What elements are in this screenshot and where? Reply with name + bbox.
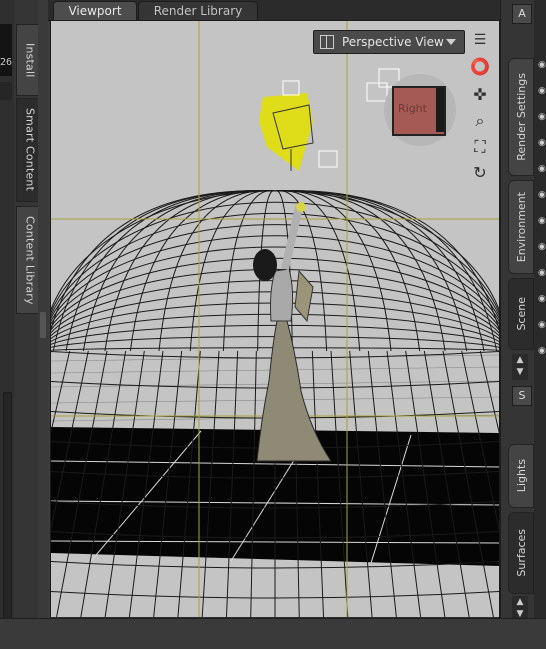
eye-icon[interactable]: ◉ [538,320,546,330]
orbit-icon[interactable]: ⭕ [468,56,492,78]
camera-view-dropdown[interactable]: Perspective View [313,30,465,54]
tab-smart-content-label: Smart Content [23,108,37,192]
eye-icon[interactable]: ◉ [538,112,546,122]
eye-icon[interactable]: ◉ [538,242,546,252]
right-panel-menu-button[interactable]: A [512,4,532,24]
reset-icon[interactable]: ↻ [468,162,492,184]
zoom-icon[interactable]: ⌕ [468,110,492,132]
eye-icon[interactable]: ◉ [538,60,546,70]
tab-render-settings[interactable]: Render Settings [508,58,534,176]
eye-icon[interactable]: ◉ [538,190,546,200]
eye-icon[interactable]: ◉ [538,294,546,304]
tab-lights[interactable]: Lights [508,444,534,508]
tab-surfaces[interactable]: Surfaces [508,512,534,594]
tab-content-library-label: Content Library [23,215,37,305]
tab-render-library[interactable]: Render Library [138,1,258,20]
tab-install-label: Install [23,42,37,78]
camera-view-label: Perspective View [342,35,444,49]
tab-surfaces-label: Surfaces [514,529,528,577]
tab-scene-label: Scene [514,297,528,331]
tab-scene[interactable]: Scene [508,278,534,350]
left-panel-value: 26 [0,57,13,68]
eye-icon[interactable]: ◉ [538,138,546,148]
tab-scroll-arrows[interactable]: ▲ ▼ [512,354,528,380]
eye-icon[interactable]: ◉ [538,346,546,356]
view-cube-side [436,88,444,132]
tab-environment-label: Environment [514,191,528,263]
panel-collapse-handle[interactable] [40,312,46,338]
tab-viewport[interactable]: Viewport [53,1,137,20]
viewport-menu-icon[interactable]: ☰ [470,30,490,50]
eye-icon[interactable]: ◉ [538,86,546,96]
pan-icon[interactable]: ✜ [468,84,492,106]
eye-icon[interactable]: ◉ [538,216,546,226]
tab-render-settings-label: Render Settings [514,73,528,161]
view-cube-label: Right [398,102,427,115]
chevron-down-icon [446,39,456,45]
tab-lights-label: Lights [514,459,528,493]
right-lower-panel-menu-button[interactable]: S [512,386,532,406]
eye-icon[interactable]: ◉ [538,268,546,278]
eye-icon[interactable]: ◉ [538,164,546,174]
camera-layout-icon [320,35,334,49]
left-panel-scrollbar[interactable] [3,392,12,620]
left-panel-field[interactable] [0,24,12,76]
frame-icon[interactable]: ⛶ [468,136,492,158]
left-panel-dropdown[interactable] [0,82,12,100]
bottom-status-bar [0,618,546,649]
tab-environment[interactable]: Environment [508,180,534,274]
viewport-tab-bar: Viewport Render Library [48,0,500,21]
